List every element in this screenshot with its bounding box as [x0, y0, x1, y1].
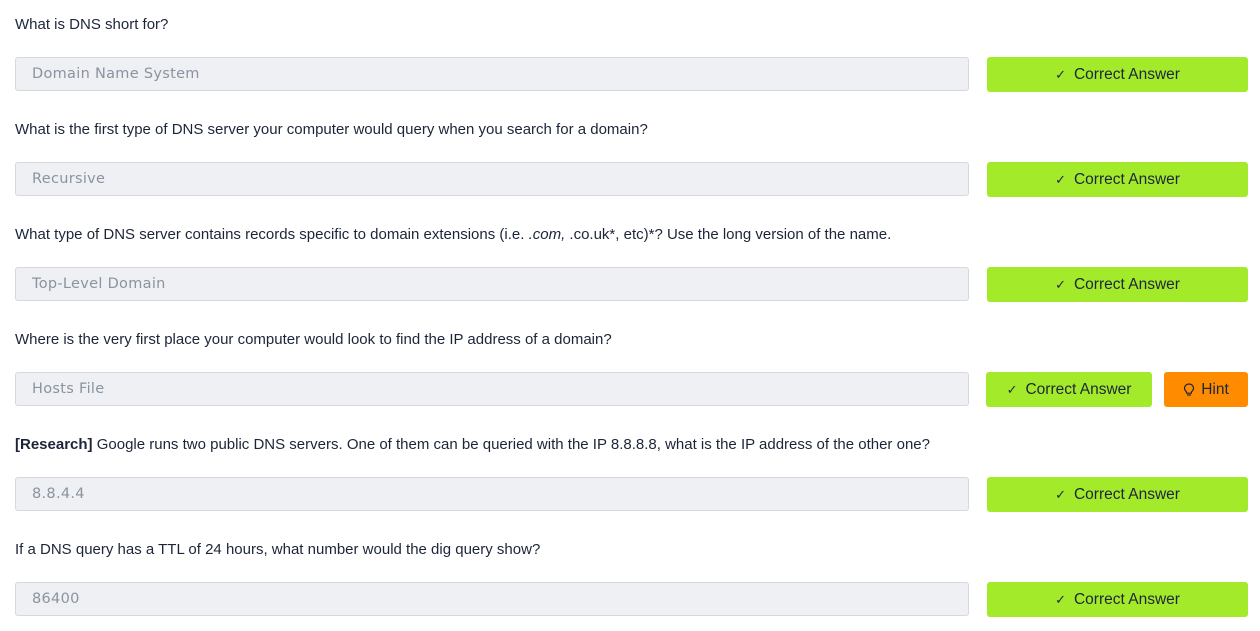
correct-answer-button[interactable]: ✓ Correct Answer: [987, 582, 1248, 617]
task-questions: What is DNS short for? Domain Name Syste…: [0, 0, 1260, 631]
question-block-3: What type of DNS server contains records…: [15, 216, 1248, 321]
question-text-bold: [Research]: [15, 436, 93, 453]
correct-answer-button[interactable]: ✓ Correct Answer: [987, 477, 1248, 512]
answer-field[interactable]: Recursive: [15, 162, 969, 196]
button-label: Correct Answer: [1073, 65, 1180, 83]
question-text-part: What type of DNS server contains records…: [15, 226, 529, 243]
hint-label: Hint: [1201, 380, 1229, 398]
question-block-1: What is DNS short for? Domain Name Syste…: [15, 6, 1248, 111]
correct-answer-button[interactable]: ✓ Correct Answer: [987, 162, 1248, 197]
question-text-part: .co.uk*, etc)*? Use the long version of …: [565, 226, 892, 243]
question-block-5: [Research] Google runs two public DNS se…: [15, 426, 1248, 531]
question-text-italic: .com,: [528, 226, 566, 243]
check-icon: ✓: [1055, 172, 1066, 187]
correct-answer-button[interactable]: ✓ Correct Answer: [987, 57, 1248, 92]
hint-button[interactable]: Hint: [1164, 372, 1248, 407]
question-block-4: Where is the very first place your compu…: [15, 321, 1248, 426]
check-icon: ✓: [1055, 592, 1066, 607]
question-text: [Research] Google runs two public DNS se…: [15, 433, 930, 457]
question-block-2: What is the first type of DNS server you…: [15, 111, 1248, 216]
question-text: What type of DNS server contains records…: [15, 223, 891, 247]
correct-answer-button[interactable]: ✓ Correct Answer: [987, 267, 1248, 302]
button-label: Correct Answer: [1073, 275, 1180, 293]
button-label: Correct Answer: [1073, 485, 1180, 503]
question-text-part: Google runs two public DNS servers. One …: [92, 436, 930, 453]
check-icon: ✓: [1006, 382, 1018, 397]
button-label: Correct Answer: [1073, 170, 1180, 188]
check-icon: ✓: [1055, 277, 1066, 292]
answer-field[interactable]: 86400: [15, 582, 969, 616]
correct-answer-button[interactable]: ✓ Correct Answer: [986, 372, 1152, 407]
lightbulb-icon: [1184, 382, 1195, 396]
answer-field[interactable]: 8.8.4.4: [15, 477, 969, 511]
check-icon: ✓: [1055, 487, 1066, 502]
button-label: Correct Answer: [1073, 590, 1180, 608]
answer-field[interactable]: Domain Name System: [15, 57, 969, 91]
question-text: If a DNS query has a TTL of 24 hours, wh…: [15, 541, 541, 558]
check-icon: ✓: [1055, 67, 1066, 82]
question-block-6: If a DNS query has a TTL of 24 hours, wh…: [15, 531, 1248, 631]
answer-field[interactable]: Hosts File: [15, 372, 969, 406]
question-text: What is the first type of DNS server you…: [15, 121, 648, 138]
answer-field[interactable]: Top-Level Domain: [15, 267, 969, 301]
question-text: Where is the very first place your compu…: [15, 331, 612, 348]
question-text: What is DNS short for?: [15, 16, 169, 33]
button-label: Correct Answer: [1025, 380, 1132, 398]
